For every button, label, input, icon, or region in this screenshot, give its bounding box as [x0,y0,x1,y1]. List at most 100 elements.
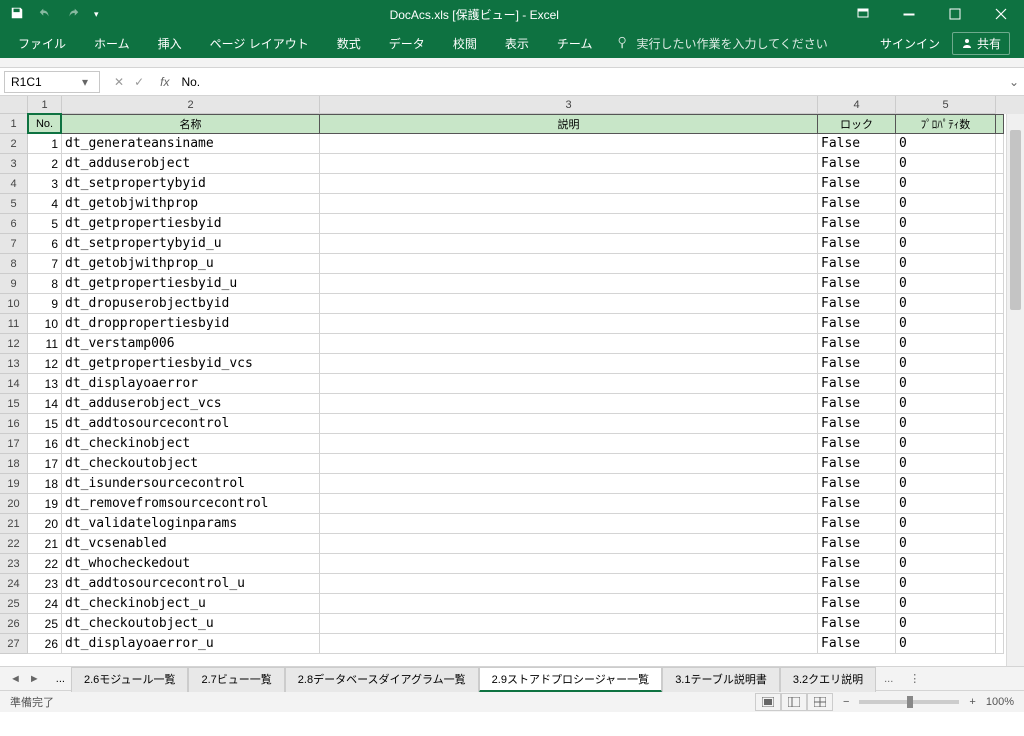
row-header[interactable]: 19 [0,474,28,494]
fx-icon[interactable]: fx [154,75,175,89]
cell[interactable]: 22 [28,554,62,574]
cell[interactable]: 0 [896,434,996,454]
cell[interactable] [320,574,818,594]
cell[interactable] [320,274,818,294]
row-header[interactable]: 12 [0,334,28,354]
cell[interactable] [996,374,1004,394]
table-row[interactable]: 7dt_getobjwithprop_uFalse0 [28,254,1024,274]
cell[interactable]: 0 [896,554,996,574]
cell[interactable] [320,214,818,234]
cell[interactable]: False [818,414,896,434]
cell[interactable] [320,354,818,374]
cell[interactable] [996,554,1004,574]
tab-nav-prev-icon[interactable]: ► [29,673,40,685]
cell[interactable]: dt_adduserobject [62,154,320,174]
table-row[interactable]: 25dt_checkoutobject_uFalse0 [28,614,1024,634]
maximize-icon[interactable] [932,0,978,28]
cell[interactable]: False [818,474,896,494]
cell[interactable]: 6 [28,234,62,254]
row-header[interactable]: 8 [0,254,28,274]
cell[interactable]: dt_removefromsourcecontrol [62,494,320,514]
qat-dropdown-icon[interactable]: ▾ [94,9,99,20]
sheet-tab[interactable]: 2.8データベースダイアグラム一覧 [285,667,479,692]
cell[interactable]: 13 [28,374,62,394]
table-row[interactable]: 16dt_checkinobjectFalse0 [28,434,1024,454]
sheet-tab[interactable]: 2.6モジュール一覧 [71,667,189,692]
cell[interactable]: dt_getpropertiesbyid_vcs [62,354,320,374]
cell[interactable]: dt_verstamp006 [62,334,320,354]
cell[interactable]: False [818,214,896,234]
row-header[interactable]: 7 [0,234,28,254]
name-box[interactable]: R1C1 ▾ [4,71,100,93]
undo-icon[interactable] [38,6,52,23]
table-row[interactable]: 13dt_displayoaerrorFalse0 [28,374,1024,394]
table-row[interactable]: 22dt_whocheckedoutFalse0 [28,554,1024,574]
ribbon-options-icon[interactable] [840,0,886,28]
view-pagebreak-icon[interactable] [807,693,833,711]
ribbon-tab[interactable]: 表示 [491,35,543,52]
cell[interactable]: dt_displayoaerror_u [62,634,320,654]
cell[interactable]: 0 [896,154,996,174]
ribbon-tab[interactable]: ホーム [80,35,144,52]
cell[interactable] [320,534,818,554]
cell[interactable] [996,534,1004,554]
cancel-formula-icon[interactable]: ✕ [114,75,124,89]
cell[interactable]: False [818,174,896,194]
row-header[interactable]: 17 [0,434,28,454]
cell[interactable]: 0 [896,194,996,214]
cell[interactable]: False [818,514,896,534]
cell[interactable]: dt_checkinobject [62,434,320,454]
cell[interactable]: False [818,254,896,274]
table-row[interactable]: 24dt_checkinobject_uFalse0 [28,594,1024,614]
namebox-dropdown-icon[interactable]: ▾ [77,75,93,89]
cell[interactable]: 7 [28,254,62,274]
table-row[interactable]: 8dt_getpropertiesbyid_uFalse0 [28,274,1024,294]
ribbon-tab[interactable]: データ [375,35,439,52]
expand-formula-icon[interactable]: ⌄ [1004,75,1024,89]
cell[interactable] [996,294,1004,314]
cell[interactable]: 18 [28,474,62,494]
cell[interactable]: 0 [896,274,996,294]
cell[interactable]: False [818,294,896,314]
cell[interactable]: False [818,614,896,634]
table-row[interactable]: 12dt_getpropertiesbyid_vcsFalse0 [28,354,1024,374]
row-header[interactable]: 6 [0,214,28,234]
cell[interactable]: False [818,574,896,594]
table-row[interactable]: 10dt_droppropertiesbyidFalse0 [28,314,1024,334]
cell[interactable]: 0 [896,334,996,354]
cell[interactable]: dt_getobjwithprop_u [62,254,320,274]
ribbon-tab[interactable]: ファイル [4,35,80,52]
zoom-in-button[interactable]: + [969,696,975,708]
cell[interactable]: 0 [896,174,996,194]
cell[interactable]: False [818,134,896,154]
cell[interactable] [320,294,818,314]
cell[interactable] [320,254,818,274]
cell[interactable]: 14 [28,394,62,414]
cell[interactable] [320,434,818,454]
sheet-tab[interactable]: 3.1テーブル説明書 [662,667,780,692]
cell[interactable] [320,394,818,414]
tab-ellipsis[interactable]: ... [50,673,71,685]
cell[interactable] [996,274,1004,294]
cell[interactable]: 9 [28,294,62,314]
save-icon[interactable] [10,6,24,23]
row-header[interactable]: 27 [0,634,28,654]
cell[interactable]: 3 [28,174,62,194]
cell[interactable]: dt_checkoutobject_u [62,614,320,634]
row-header[interactable]: 5 [0,194,28,214]
cell[interactable]: 5 [28,214,62,234]
cell[interactable]: 0 [896,474,996,494]
row-header[interactable]: 10 [0,294,28,314]
vertical-scrollbar[interactable] [1006,114,1024,666]
table-row[interactable]: 14dt_adduserobject_vcsFalse0 [28,394,1024,414]
table-row[interactable]: 15dt_addtosourcecontrolFalse0 [28,414,1024,434]
cell[interactable]: dt_getpropertiesbyid [62,214,320,234]
cell[interactable]: 0 [896,574,996,594]
cell[interactable] [996,174,1004,194]
cell[interactable]: dt_validateloginparams [62,514,320,534]
cell[interactable]: False [818,334,896,354]
view-normal-icon[interactable] [755,693,781,711]
zoom-level[interactable]: 100% [986,696,1014,708]
minimize-icon[interactable] [886,0,932,28]
cell[interactable] [996,414,1004,434]
